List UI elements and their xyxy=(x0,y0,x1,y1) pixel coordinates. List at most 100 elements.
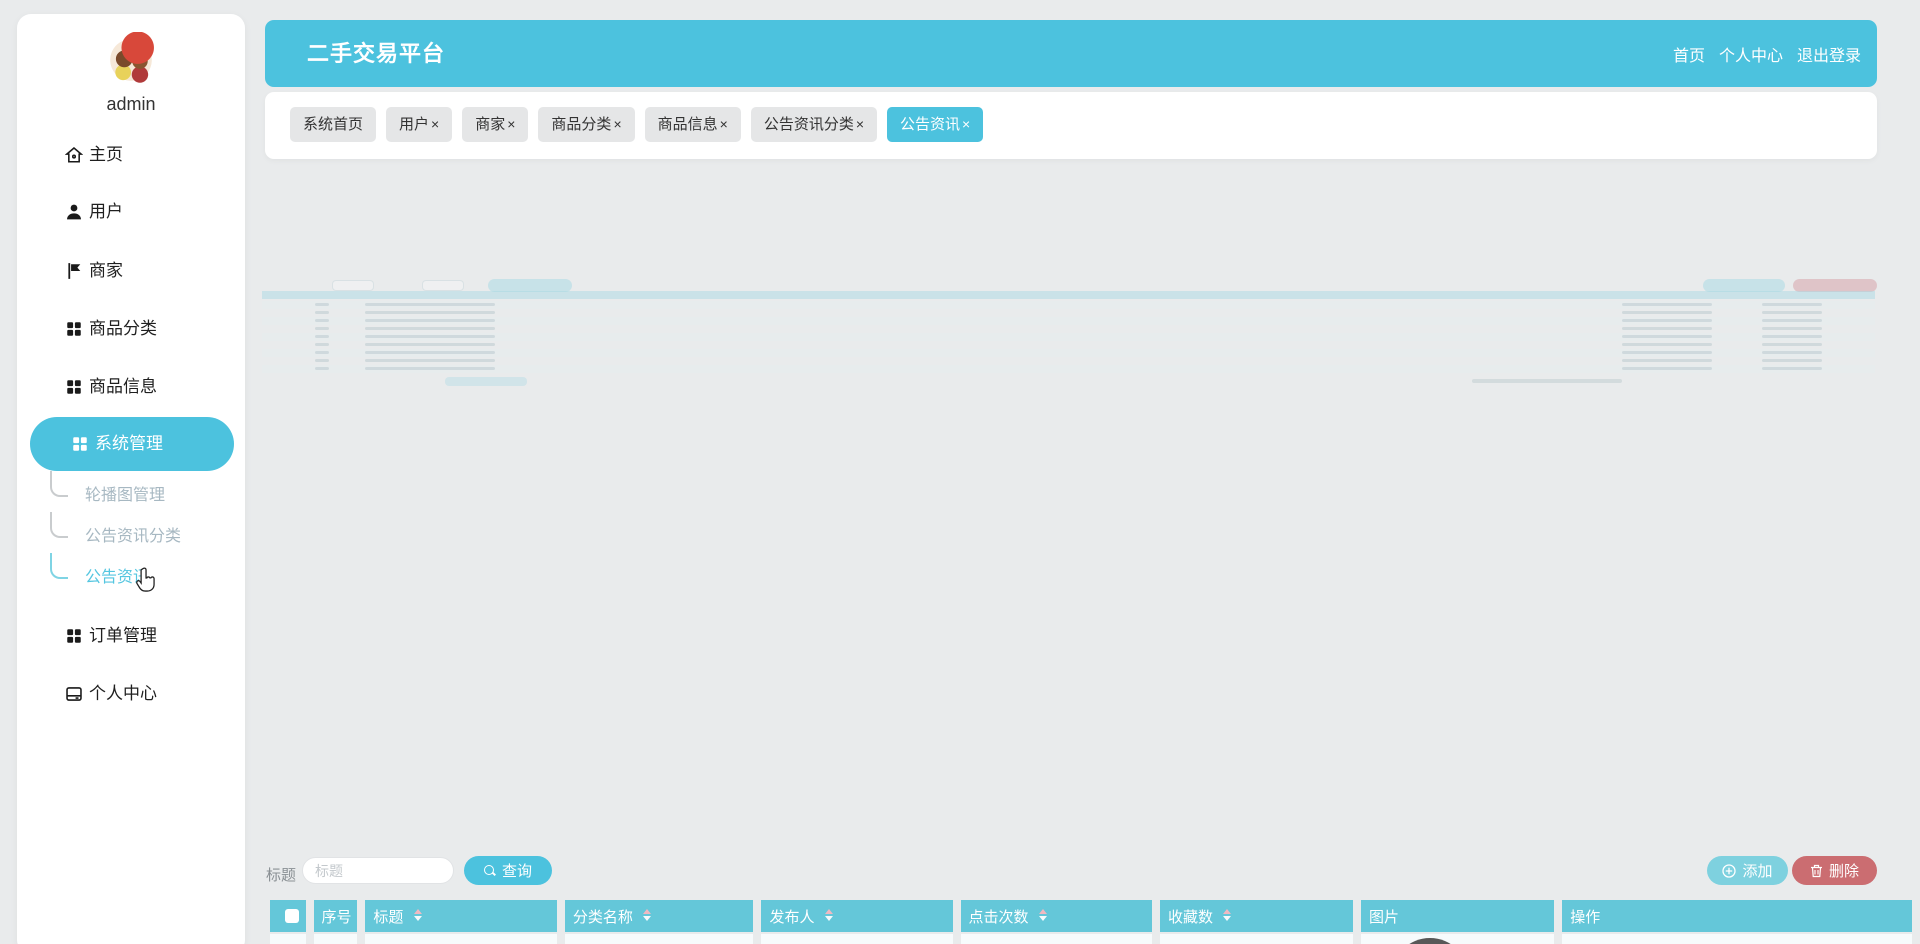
header-cell-clicks[interactable]: 点击次数 xyxy=(960,900,1153,932)
sidebar-item-order-management[interactable]: 订单管理 xyxy=(17,619,245,653)
mouse-cursor-hand xyxy=(136,567,155,592)
tab-product-info[interactable]: 商品信息 × xyxy=(644,107,741,142)
sidebar-item-merchants[interactable]: 商家 xyxy=(17,254,245,288)
close-icon[interactable]: × xyxy=(720,116,728,132)
tabs-panel: 系统首页 用户 × 商家 × 商品分类 × 商品信息 × 公告资讯分类 × 公告资讯 × xyxy=(265,92,1877,159)
submenu-item-carousel-management[interactable]: 轮播图管理 xyxy=(17,471,245,513)
sidebar-item-label: 商品信息 xyxy=(89,377,157,396)
submenu-item-announcements[interactable]: 公告资讯 xyxy=(17,553,245,595)
sidebar-item-label: 商家 xyxy=(89,261,123,280)
header-cell-title[interactable]: 标题 xyxy=(365,900,557,932)
header-cell-publisher[interactable]: 发布人 xyxy=(761,900,953,932)
query-button[interactable]: 查询 xyxy=(464,856,552,885)
sidebar-item-label: 订单管理 xyxy=(89,626,157,645)
home-icon xyxy=(65,146,83,163)
add-button-label: 添加 xyxy=(1742,863,1773,880)
tab-label: 公告资讯 xyxy=(900,116,961,133)
tab-label: 公告资讯分类 xyxy=(763,116,854,133)
column-label: 图片 xyxy=(1369,908,1400,926)
close-icon[interactable]: × xyxy=(613,116,621,132)
grid-icon xyxy=(67,322,81,336)
tab-product-categories[interactable]: 商品分类 × xyxy=(538,107,635,142)
tab-label: 商家 xyxy=(475,116,506,133)
nav-link-home[interactable]: 首页 xyxy=(1673,42,1705,66)
page-title: 二手交易平台 xyxy=(307,41,446,66)
avatar xyxy=(103,32,159,88)
sort-arrows-icon[interactable] xyxy=(824,908,833,921)
admin-username: admin xyxy=(106,94,156,114)
header-nav: 首页 个人中心 退出登录 xyxy=(1673,20,1861,87)
sort-arrows-icon[interactable] xyxy=(643,908,652,921)
delete-button[interactable]: 删除 xyxy=(1792,856,1877,885)
tab-users[interactable]: 用户 × xyxy=(386,107,453,142)
tab-announcement-categories[interactable]: 公告资讯分类 × xyxy=(750,107,878,142)
header-cell-checkbox xyxy=(270,900,306,932)
tab-label: 用户 xyxy=(399,116,430,133)
nav-link-personal-center[interactable]: 个人中心 xyxy=(1719,42,1783,66)
add-button[interactable]: 添加 xyxy=(1707,856,1788,885)
sidebar: admin 主页 用户 商家 商品分类 商品信息 系统管理 轮播图管理 公告资讯… xyxy=(17,14,245,944)
close-icon[interactable]: × xyxy=(507,116,515,132)
header-cell-favorites[interactable]: 收藏数 xyxy=(1160,900,1354,932)
sort-arrows-icon[interactable] xyxy=(413,908,422,921)
column-label: 分类名称 xyxy=(572,908,633,926)
sidebar-item-product-categories[interactable]: 商品分类 xyxy=(17,312,245,346)
trash-icon xyxy=(1810,864,1822,877)
sidebar-item-label: 商品分类 xyxy=(89,319,157,338)
sidebar-item-home[interactable]: 主页 xyxy=(17,138,245,172)
column-label: 操作 xyxy=(1570,908,1601,926)
close-icon[interactable]: × xyxy=(431,116,439,132)
header-cell-index: 序号 xyxy=(313,900,358,932)
table-header-row: 序号 标题 分类名称 发布人 点击次数 收藏数 图片 操作 xyxy=(270,900,1912,932)
header-cell-image: 图片 xyxy=(1361,900,1555,932)
user-icon xyxy=(67,204,81,220)
nav-link-logout[interactable]: 退出登录 xyxy=(1797,42,1861,66)
column-label: 收藏数 xyxy=(1168,908,1214,926)
flag-icon xyxy=(68,263,81,279)
table-row xyxy=(270,934,1912,944)
sidebar-item-label: 用户 xyxy=(89,202,123,221)
search-icon xyxy=(483,864,496,877)
column-label: 点击次数 xyxy=(968,908,1029,926)
sidebar-item-users[interactable]: 用户 xyxy=(17,195,245,229)
submenu-item-announcement-categories[interactable]: 公告资讯分类 xyxy=(17,512,245,554)
column-label: 序号 xyxy=(321,908,352,926)
submenu-item-label: 轮播图管理 xyxy=(85,487,166,504)
tab-label: 商品信息 xyxy=(657,116,718,133)
grid-icon xyxy=(67,629,81,643)
sidebar-item-product-info[interactable]: 商品信息 xyxy=(17,370,245,404)
announcements-table: 序号 标题 分类名称 发布人 点击次数 收藏数 图片 操作 xyxy=(262,898,1920,944)
tab-merchants[interactable]: 商家 × xyxy=(462,107,529,142)
sort-arrows-icon[interactable] xyxy=(1223,908,1232,921)
select-all-checkbox[interactable] xyxy=(284,909,299,923)
tree-elbow-line xyxy=(50,471,68,497)
tree-elbow-line xyxy=(50,553,68,579)
title-search-input[interactable] xyxy=(302,857,454,884)
tab-label: 系统首页 xyxy=(303,116,364,133)
close-icon[interactable]: × xyxy=(962,116,970,132)
top-header-bar: 二手交易平台 首页 个人中心 退出登录 xyxy=(265,20,1877,87)
sort-arrows-icon[interactable] xyxy=(1038,908,1047,921)
column-label: 标题 xyxy=(373,908,404,926)
search-field-label: 标题 xyxy=(266,867,297,884)
submenu-item-label: 公告资讯分类 xyxy=(85,528,182,545)
delete-button-label: 删除 xyxy=(1828,863,1859,880)
sidebar-item-label: 个人中心 xyxy=(89,684,157,703)
grid-icon xyxy=(67,380,81,394)
sidebar-item-label: 系统管理 xyxy=(95,434,163,453)
query-button-label: 查询 xyxy=(501,863,532,880)
header-cell-category[interactable]: 分类名称 xyxy=(564,900,754,932)
tab-announcements[interactable]: 公告资讯 × xyxy=(887,107,984,142)
sidebar-item-system-management[interactable]: 系统管理 xyxy=(30,417,234,471)
card-icon xyxy=(66,687,82,701)
sidebar-item-label: 主页 xyxy=(89,145,123,164)
close-icon[interactable]: × xyxy=(856,116,864,132)
grid-icon xyxy=(73,437,87,451)
column-label: 发布人 xyxy=(769,908,815,926)
page-transition-ghost xyxy=(262,278,1907,390)
tab-system-home[interactable]: 系统首页 xyxy=(290,107,377,142)
plus-circle-icon xyxy=(1722,863,1737,878)
row-image-thumbnail xyxy=(1391,938,1470,944)
sidebar-item-personal-center[interactable]: 个人中心 xyxy=(17,677,245,711)
header-cell-actions: 操作 xyxy=(1562,900,1912,932)
